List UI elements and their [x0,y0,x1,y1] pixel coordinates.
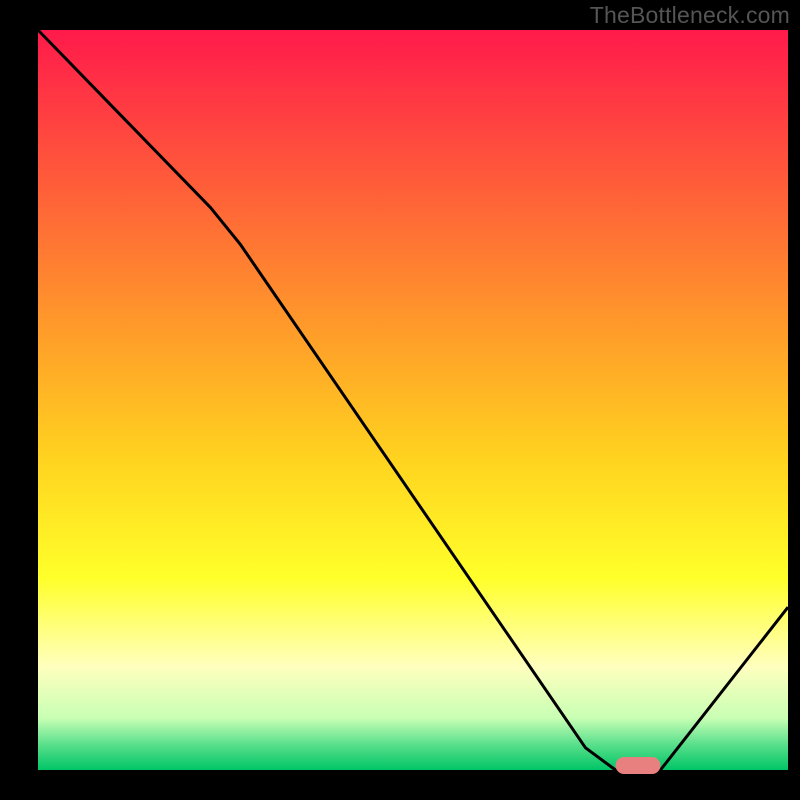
plot-background [38,30,788,770]
optimal-range-marker [616,757,661,774]
chart-frame: TheBottleneck.com [0,0,800,800]
bottleneck-chart [0,0,800,800]
